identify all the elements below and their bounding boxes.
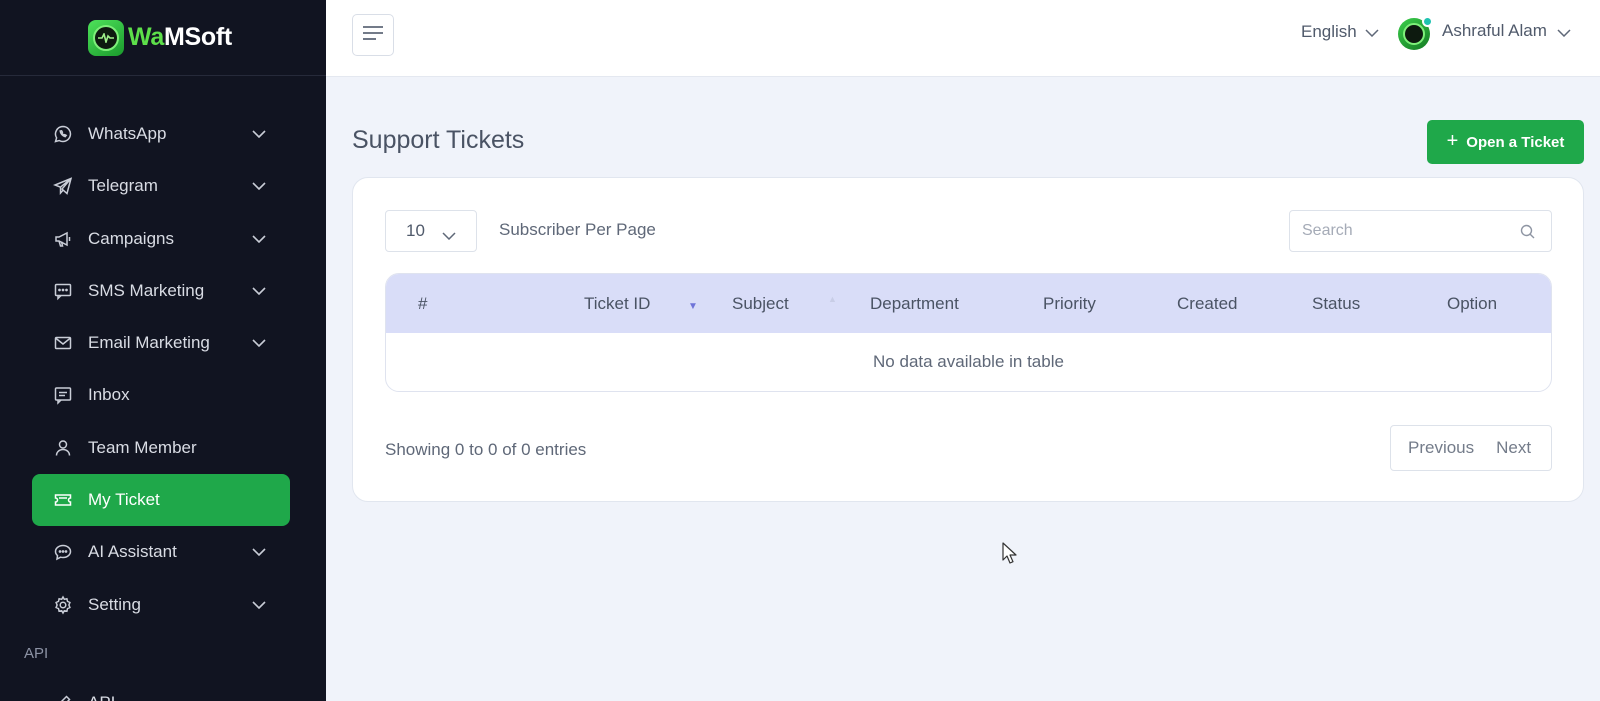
sidebar-item-label: Email Marketing xyxy=(88,333,210,353)
pen-icon xyxy=(52,692,74,701)
tickets-card: 10 Subscriber Per Page # Ticket ID ▼ Sub… xyxy=(352,177,1584,502)
search-icon[interactable] xyxy=(1520,224,1535,244)
previous-page-button[interactable]: Previous xyxy=(1408,438,1474,458)
envelope-icon xyxy=(52,332,74,354)
sidebar-item-team-member[interactable]: Team Member xyxy=(32,422,290,474)
per-page-value: 10 xyxy=(406,221,425,240)
chevron-down-icon xyxy=(252,545,266,559)
chevron-down-icon xyxy=(252,179,266,193)
brand-logo-icon xyxy=(88,19,125,56)
column-header-number[interactable]: # xyxy=(386,274,584,333)
search-input[interactable] xyxy=(1290,211,1551,251)
chevron-down-icon xyxy=(1557,24,1571,42)
user-name: Ashraful Alam xyxy=(1442,20,1547,40)
sms-icon xyxy=(52,280,74,302)
sidebar-nav: WhatsApp Telegram Campaigns SMS Marketin… xyxy=(24,108,290,701)
user-menu[interactable]: Ashraful Alam xyxy=(1398,15,1571,50)
tickets-table-wrapper: # Ticket ID ▼ Subject ▲ Department Prior… xyxy=(385,273,1552,392)
sidebar-item-label: SMS Marketing xyxy=(88,280,205,300)
sidebar-item-label: AI Assistant xyxy=(88,542,177,562)
sidebar-item-label: API xyxy=(88,693,266,701)
language-selector[interactable]: English xyxy=(1301,22,1379,42)
chat-icon xyxy=(52,541,74,563)
empty-table-message: No data available in table xyxy=(873,352,1064,371)
sidebar-item-my-ticket[interactable]: My Ticket xyxy=(32,474,290,527)
sidebar-item-telegram[interactable]: Telegram xyxy=(32,160,290,212)
table-row-empty: No data available in table xyxy=(386,333,1551,391)
column-header-priority[interactable]: Priority xyxy=(1043,274,1177,333)
avatar xyxy=(1398,16,1433,50)
mouse-cursor-icon xyxy=(1002,542,1018,569)
entries-summary: Showing 0 to 0 of 0 entries xyxy=(385,440,587,459)
search-box xyxy=(1289,210,1552,252)
brand-name: WaMSoft xyxy=(128,23,232,51)
sidebar-item-label: Inbox xyxy=(88,385,130,405)
sidebar-item-label: WhatsApp xyxy=(88,124,167,143)
sort-icon: ▲ xyxy=(828,294,837,304)
sidebar-section-api: API xyxy=(24,644,49,662)
column-header-ticket-id[interactable]: Ticket ID ▼ xyxy=(584,274,732,333)
sidebar-item-label: Team Member xyxy=(88,437,197,457)
chevron-down-icon xyxy=(442,225,456,245)
gear-icon xyxy=(52,594,74,616)
column-header-label: Subject xyxy=(732,293,789,313)
tickets-table: # Ticket ID ▼ Subject ▲ Department Prior… xyxy=(386,274,1551,391)
sidebar-item-label: Campaigns xyxy=(88,228,174,248)
inbox-icon xyxy=(52,384,74,406)
per-page-select[interactable]: 10 xyxy=(385,210,477,252)
chevron-down-icon xyxy=(252,284,266,298)
sidebar-item-whatsapp[interactable]: WhatsApp xyxy=(32,108,290,160)
online-status-dot xyxy=(1422,16,1433,27)
sidebar-item-sms-marketing[interactable]: SMS Marketing xyxy=(32,265,290,317)
sidebar-item-email-marketing[interactable]: Email Marketing xyxy=(32,317,290,369)
sidebar-item-api[interactable]: API xyxy=(32,677,290,701)
language-label: English xyxy=(1301,22,1357,41)
table-header-row: # Ticket ID ▼ Subject ▲ Department Prior… xyxy=(386,274,1551,333)
sidebar: WaMSoft WhatsApp Telegram Campaigns SMS … xyxy=(0,0,326,701)
megaphone-icon xyxy=(52,228,74,250)
column-header-created[interactable]: Created xyxy=(1177,274,1312,333)
sidebar-item-ai-assistant[interactable]: AI Assistant xyxy=(32,526,290,578)
whatsapp-icon xyxy=(52,123,74,145)
column-header-status[interactable]: Status xyxy=(1312,274,1447,333)
plus-icon: + xyxy=(1446,129,1459,152)
chevron-down-icon xyxy=(252,127,266,141)
sort-desc-icon: ▼ xyxy=(688,301,698,312)
page-title: Support Tickets xyxy=(352,126,525,154)
topbar: English Ashraful Alam xyxy=(326,0,1600,77)
open-ticket-button[interactable]: + Open a Ticket xyxy=(1427,120,1584,164)
brand[interactable]: WaMSoft xyxy=(0,0,326,76)
menu-toggle-button[interactable] xyxy=(352,14,394,56)
open-ticket-label: Open a Ticket xyxy=(1466,133,1565,151)
next-page-button[interactable]: Next xyxy=(1496,438,1531,458)
pagination: Previous Next xyxy=(1390,425,1552,471)
chevron-down-icon xyxy=(252,232,266,246)
ticket-icon xyxy=(52,489,74,511)
column-header-department[interactable]: Department xyxy=(870,274,1043,333)
hamburger-icon xyxy=(362,25,384,46)
sidebar-item-label: Setting xyxy=(88,594,141,614)
sidebar-item-label: Telegram xyxy=(88,176,158,196)
chevron-down-icon xyxy=(1365,22,1379,42)
chevron-down-icon xyxy=(252,598,266,612)
column-header-subject[interactable]: Subject ▲ xyxy=(732,274,870,333)
column-header-option[interactable]: Option xyxy=(1447,274,1551,333)
sidebar-item-label: My Ticket xyxy=(88,490,160,510)
chevron-down-icon xyxy=(252,336,266,350)
telegram-icon xyxy=(52,175,74,197)
per-page-label: Subscriber Per Page xyxy=(499,220,656,239)
user-icon xyxy=(52,437,74,459)
sidebar-item-campaigns[interactable]: Campaigns xyxy=(32,213,290,265)
sidebar-item-setting[interactable]: Setting xyxy=(32,579,290,631)
sidebar-item-inbox[interactable]: Inbox xyxy=(32,369,290,421)
column-header-label: Ticket ID xyxy=(584,293,651,313)
